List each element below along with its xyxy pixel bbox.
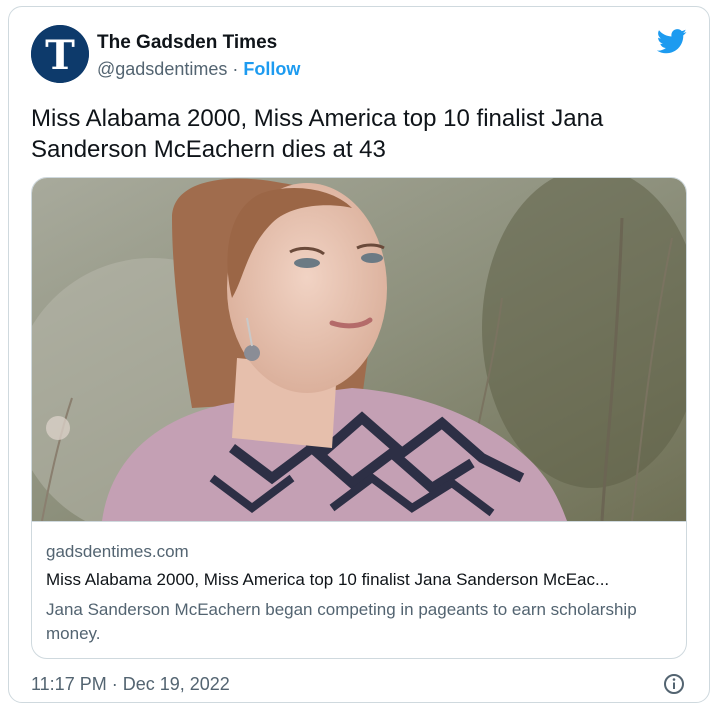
info-icon[interactable]: [663, 673, 685, 700]
avatar[interactable]: T: [31, 25, 89, 83]
link-description: Jana Sanderson McEachern began competing…: [46, 600, 637, 643]
author-handle[interactable]: @gadsdentimes: [97, 59, 227, 79]
article-photo[interactable]: [32, 178, 687, 521]
tweet-timestamp[interactable]: 11:17 PM · Dec 19, 2022: [31, 674, 230, 695]
twitter-bird-icon[interactable]: [656, 29, 687, 59]
link-preview-card[interactable]: gadsdentimes.com Miss Alabama 2000, Miss…: [31, 177, 687, 659]
author-line: @gadsdentimes · Follow: [97, 59, 300, 80]
avatar-letter: T: [45, 32, 75, 79]
link-meta: gadsdentimes.com Miss Alabama 2000, Miss…: [32, 521, 686, 658]
follow-button[interactable]: Follow: [243, 59, 300, 79]
link-domain: gadsdentimes.com: [46, 542, 189, 561]
author-name[interactable]: The Gadsden Times: [97, 32, 277, 54]
separator-dot: ·: [232, 59, 239, 79]
link-title[interactable]: Miss Alabama 2000, Miss America top 10 f…: [46, 570, 674, 590]
tweet-card[interactable]: T The Gadsden Times @gadsdentimes · Foll…: [8, 6, 710, 703]
gadsden-times-logo-icon: T: [31, 25, 89, 83]
tweet-text: Miss Alabama 2000, Miss America top 10 f…: [31, 105, 604, 163]
